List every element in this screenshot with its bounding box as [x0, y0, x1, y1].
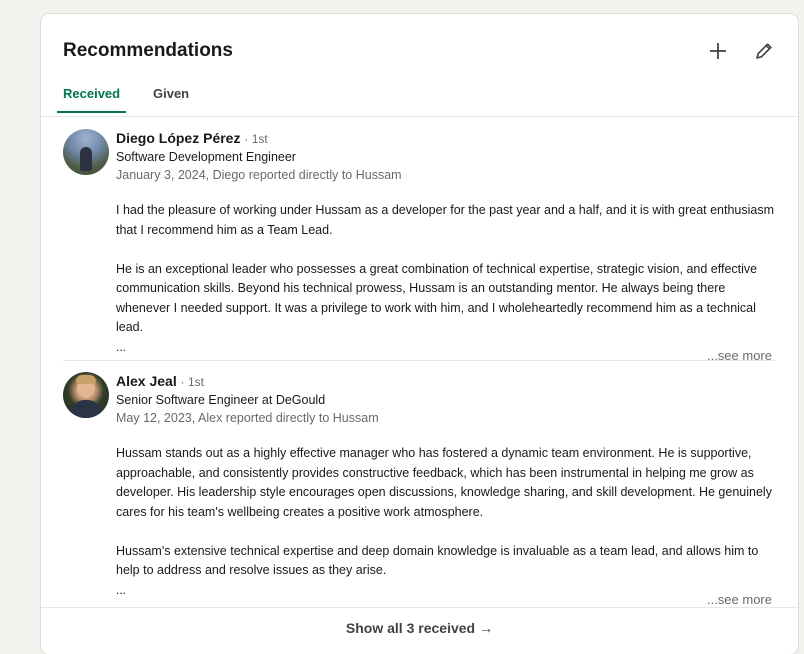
recommendation-date: January 3, 2024, Diego reported directly…	[116, 168, 402, 182]
add-recommendation-button[interactable]	[703, 36, 733, 66]
arrow-right-icon: →	[479, 620, 494, 636]
section-title: Recommendations	[63, 40, 233, 61]
pencil-icon	[756, 43, 772, 59]
show-all-received-button[interactable]: Show all 3 received →	[41, 607, 798, 648]
tab-received[interactable]: Received	[56, 86, 127, 113]
connection-degree: · 1st	[244, 132, 268, 146]
recommendation-paragraph: Hussam's extensive technical expertise a…	[116, 543, 759, 578]
recommendation-text: I had the pleasure of working under Huss…	[116, 201, 776, 357]
recommender-headline: Software Development Engineer	[116, 150, 296, 164]
recommender-meta: Diego López Pérez · 1st Software Develop…	[116, 129, 766, 184]
recommender-name[interactable]: Alex Jeal	[116, 373, 177, 389]
recommendation-paragraph: Hussam stands out as a highly effective …	[116, 446, 772, 519]
recommendation-date: May 12, 2023, Alex reported directly to …	[116, 411, 379, 425]
show-all-label: Show all 3 received	[345, 620, 476, 636]
see-more-link[interactable]: ...see more	[707, 592, 772, 607]
recommender-meta: Alex Jeal · 1st Senior Software Engineer…	[116, 372, 766, 427]
recommendation-paragraph: I had the pleasure of working under Huss…	[116, 203, 775, 237]
recommendation-text: Hussam stands out as a highly effective …	[116, 444, 776, 600]
edit-recommendations-button[interactable]	[749, 36, 779, 66]
recommender-name[interactable]: Diego López Pérez	[116, 130, 240, 146]
plus-icon	[710, 43, 726, 59]
recommender-headline: Senior Software Engineer at DeGould	[116, 393, 326, 407]
avatar[interactable]	[63, 129, 109, 175]
recommendation-paragraph: He is an exceptional leader who possesse…	[116, 261, 758, 335]
connection-degree: · 1st	[180, 375, 204, 389]
truncation-ellipsis: ...	[116, 582, 127, 597]
truncation-ellipsis: ...	[116, 339, 127, 354]
divider	[63, 360, 775, 361]
avatar[interactable]	[63, 372, 109, 418]
tab-given[interactable]: Given	[153, 86, 189, 113]
card-header: Recommendations	[41, 14, 798, 61]
recommendations-tabs: Received Given	[41, 74, 798, 117]
recommendations-card: Recommendations Received Given Diego Lóp…	[41, 14, 798, 654]
